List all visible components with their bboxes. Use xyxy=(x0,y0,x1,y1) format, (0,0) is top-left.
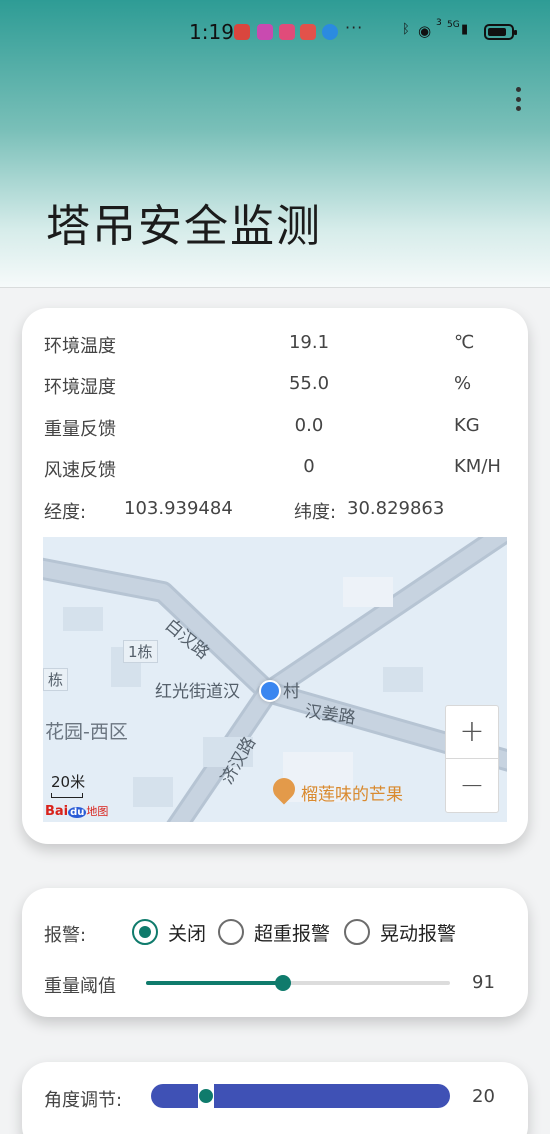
sensor-value: 55.0 xyxy=(288,373,330,394)
status-time: 1:19 xyxy=(189,20,234,44)
sensor-value: 19.1 xyxy=(288,332,330,353)
sensor-unit: ℃ xyxy=(454,332,475,353)
longitude-value: 103.939484 xyxy=(124,498,233,519)
angle-value: 20 xyxy=(472,1086,495,1107)
sensor-value: 0 xyxy=(303,456,315,477)
status-bar: 1:19 ··· ᛒ ◉ 3 5G ▮ xyxy=(0,14,550,50)
map-building-label: 1栋 xyxy=(123,640,158,663)
weight-threshold-label: 重量阈值 xyxy=(44,976,116,997)
latitude-value: 30.829863 xyxy=(347,498,445,519)
alarm-option-shake[interactable]: 晃动报警 xyxy=(344,918,456,946)
sensor-label: 环境湿度 xyxy=(44,377,116,398)
angle-label: 角度调节: xyxy=(44,1090,123,1111)
radio-unchecked-icon xyxy=(218,919,244,945)
alarm-option-overweight[interactable]: 超重报警 xyxy=(218,918,330,946)
slider-thumb[interactable] xyxy=(275,975,291,991)
sensor-row-temperature: 环境温度 19.1 ℃ xyxy=(44,332,506,360)
more-vert-icon[interactable] xyxy=(508,84,528,114)
app-notification-icon xyxy=(234,24,250,40)
page-title: 塔吊安全监测 xyxy=(46,201,322,252)
radio-label: 关闭 xyxy=(168,922,207,945)
map-building-label: 栋 xyxy=(43,668,69,691)
network-type: 5G xyxy=(447,20,460,30)
map-view[interactable]: 白汉路 1栋 栋 红光街道汉 村 汉姜路 花园-西区 济汉路 榴莲味的芒果 20… xyxy=(43,537,507,822)
bluetooth-icon: ᛒ xyxy=(402,22,410,37)
sensor-unit: KG xyxy=(454,415,480,436)
more-notifications-icon: ··· xyxy=(345,18,364,37)
baidu-map-logo: Bai du 地图 xyxy=(45,804,109,819)
sensor-row-weight: 重量反馈 0.0 KG xyxy=(44,415,506,443)
sensor-label: 风速反馈 xyxy=(44,460,116,481)
app-header: 1:19 ··· ᛒ ◉ 3 5G ▮ 塔吊安全监测 xyxy=(0,0,550,288)
hotspot-icon: ◉ xyxy=(418,22,432,40)
app-notification-icon xyxy=(257,24,273,40)
map-roads xyxy=(43,537,507,822)
angle-card: 角度调节: 20 xyxy=(22,1062,528,1134)
sensor-row-wind: 风速反馈 0 KM/H xyxy=(44,456,506,484)
sensor-value: 0.0 xyxy=(294,415,324,436)
sensor-card: 环境温度 19.1 ℃ 环境湿度 55.0 % 重量反馈 0.0 KG 风速反馈… xyxy=(22,308,528,844)
zoom-out-button[interactable]: − xyxy=(446,760,498,813)
alarm-card: 报警: 关闭 超重报警 晃动报警 重量阈值 91 xyxy=(22,888,528,1017)
alarm-option-off[interactable]: 关闭 xyxy=(132,918,206,946)
app-notification-icon xyxy=(279,24,295,40)
battery-icon xyxy=(484,24,517,40)
zoom-in-button[interactable]: + xyxy=(446,706,498,759)
angle-slider[interactable] xyxy=(151,1084,450,1108)
latitude-label: 纬度: xyxy=(294,502,337,523)
map-scale-bar xyxy=(51,793,83,798)
map-zoom-control: + − xyxy=(445,705,499,813)
app-notification-icon xyxy=(300,24,316,40)
poi-label[interactable]: 榴莲味的芒果 xyxy=(301,780,403,805)
weight-threshold-slider[interactable] xyxy=(146,975,450,991)
signal-icon: ▮ xyxy=(461,22,469,37)
map-scale-label: 20米 xyxy=(51,773,86,791)
current-location-marker xyxy=(259,680,281,702)
radio-label: 晃动报警 xyxy=(380,922,457,945)
sensor-row-humidity: 环境湿度 55.0 % xyxy=(44,373,506,401)
sensor-label: 环境温度 xyxy=(44,336,116,357)
sensor-unit: KM/H xyxy=(454,456,501,477)
radio-checked-icon xyxy=(132,919,158,945)
slider-thumb[interactable] xyxy=(199,1089,213,1103)
search-app-icon xyxy=(322,24,338,40)
map-street-label: 红光街道汉 xyxy=(155,682,240,702)
sensor-unit: % xyxy=(454,373,472,394)
map-street-label: 村 xyxy=(283,682,300,702)
slider-fill xyxy=(146,981,283,985)
map-area-label: 花园-西区 xyxy=(45,721,128,743)
sim-indicator: 3 xyxy=(436,18,442,28)
radio-label: 超重报警 xyxy=(254,922,331,945)
sensor-label: 重量反馈 xyxy=(44,419,116,440)
weight-threshold-value: 91 xyxy=(472,972,495,993)
radio-unchecked-icon xyxy=(344,919,370,945)
alarm-label: 报警: xyxy=(44,925,87,946)
longitude-label: 经度: xyxy=(44,502,87,523)
